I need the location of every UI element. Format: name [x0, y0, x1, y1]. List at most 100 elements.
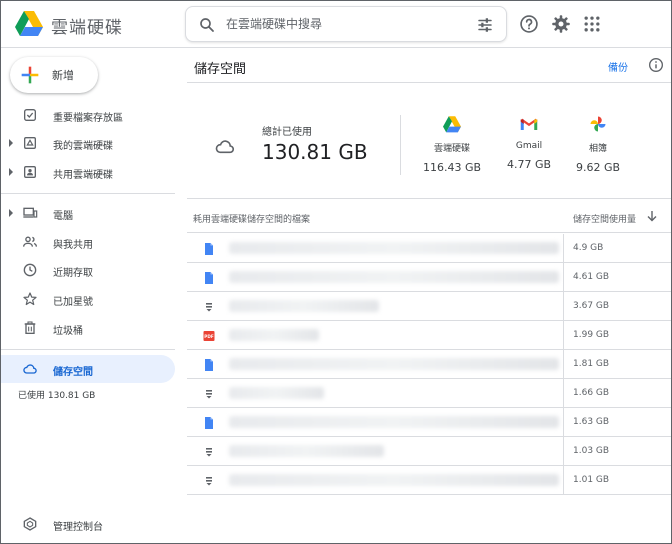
gmail-logo-icon: [520, 118, 538, 130]
sidebar: 新增 重要檔案存放區 我的雲端硬碟 共用雲端硬碟 電腦 與我共用 近期存取 已加…: [1, 48, 187, 543]
sidebar-item-label: 電腦: [53, 211, 73, 222]
column-divider: [563, 437, 564, 465]
drive-logo-icon[interactable]: [15, 10, 43, 36]
main-content: 儲存空間 備份 總計已使用 130.81 GB 雲端硬碟 116.43 GB G…: [187, 48, 671, 543]
service-gmail: Gmail 4.77 GB: [494, 115, 564, 171]
file-size: 1.66 GB: [573, 388, 610, 398]
shared-drives-icon: [24, 166, 36, 178]
service-photos: 相簿 9.62 GB: [563, 115, 633, 174]
file-name-redacted: [229, 329, 319, 341]
search-options-icon[interactable]: [476, 16, 494, 34]
shared-with-me-icon: [23, 236, 37, 247]
sidebar-item-label: 共用雲端硬碟: [53, 170, 113, 181]
service-name: 相簿: [588, 144, 607, 154]
sidebar-item-starred[interactable]: 已加星號: [1, 285, 175, 313]
info-icon[interactable]: [648, 57, 664, 73]
column-divider: [563, 408, 564, 436]
pdf-file-icon: PDF: [203, 331, 215, 341]
file-size: 1.63 GB: [573, 417, 610, 427]
file-name-redacted: [229, 387, 324, 399]
table-row[interactable]: 1.01 GB: [187, 466, 671, 495]
expand-caret-icon[interactable]: [9, 168, 13, 176]
column-divider: [563, 379, 564, 407]
computers-icon: [23, 207, 38, 218]
service-drive: 雲端硬碟 116.43 GB: [417, 115, 487, 174]
column-divider: [563, 234, 564, 262]
sidebar-divider: [1, 349, 175, 350]
page-title: 儲存空間: [194, 62, 247, 77]
table-row[interactable]: 4.9 GB: [187, 234, 671, 263]
column-header-name: 耗用雲端硬碟儲存空間的檔案: [193, 215, 311, 225]
service-value: 116.43 GB: [422, 161, 482, 174]
priority-icon: [24, 109, 36, 121]
storage-usage-text: 已使用 130.81 GB: [18, 391, 96, 401]
sidebar-item-admin-console[interactable]: 管理控制台: [1, 510, 175, 538]
column-divider: [563, 466, 564, 494]
table-row[interactable]: 3.67 GB: [187, 292, 671, 321]
table-row[interactable]: 1.81 GB: [187, 350, 671, 379]
app-title[interactable]: 雲端硬碟: [51, 13, 123, 38]
table-row[interactable]: 4.61 GB: [187, 263, 671, 292]
file-size: 1.99 GB: [573, 330, 610, 340]
star-icon: [23, 292, 37, 306]
total-used-label: 總計已使用: [262, 127, 312, 138]
apps-grid-icon[interactable]: [582, 14, 602, 34]
file-size: 1.01 GB: [573, 475, 610, 485]
sidebar-item-shared-drives[interactable]: 共用雲端硬碟: [1, 158, 175, 186]
photos-logo-icon: [590, 116, 606, 132]
settings-gear-icon[interactable]: [551, 14, 571, 34]
file-name-redacted: [229, 242, 559, 254]
service-value: 4.77 GB: [506, 158, 552, 171]
sidebar-divider: [1, 193, 175, 194]
table-row[interactable]: 1.03 GB: [187, 437, 671, 466]
column-divider: [563, 350, 564, 378]
cloud-icon: [215, 140, 234, 154]
sidebar-item-label: 已加星號: [53, 297, 93, 308]
table-row[interactable]: 1.66 GB: [187, 379, 671, 408]
doc-file-icon: [205, 417, 213, 429]
file-list-header: 耗用雲端硬碟儲存空間的檔案 儲存空間使用量: [187, 199, 671, 233]
storage-summary: 總計已使用 130.81 GB 雲端硬碟 116.43 GB Gmail 4.7…: [187, 83, 671, 198]
column-header-size[interactable]: 儲存空間使用量: [573, 212, 636, 225]
help-icon[interactable]: [519, 14, 539, 34]
file-size: 4.9 GB: [573, 243, 604, 253]
my-drive-icon: [24, 137, 36, 149]
file-name-redacted: [229, 474, 559, 486]
file-name-redacted: [229, 445, 384, 457]
table-row[interactable]: PDF 1.99 GB: [187, 321, 671, 350]
new-button[interactable]: 新增: [10, 57, 98, 93]
file-name-redacted: [229, 271, 559, 283]
expand-caret-icon[interactable]: [9, 209, 13, 217]
sidebar-item-label: 垃圾桶: [53, 326, 83, 337]
file-size: 1.81 GB: [573, 359, 610, 369]
service-value: 9.62 GB: [575, 161, 621, 174]
app-window: 雲端硬碟 在雲端硬碟中搜尋 新增 重要檔案存放區 我的雲端硬碟 共用雲端硬碟 電…: [0, 0, 672, 544]
new-button-label: 新增: [52, 69, 74, 82]
sidebar-item-computers[interactable]: 電腦: [1, 199, 175, 227]
backup-link[interactable]: 備份: [608, 59, 628, 74]
column-divider: [563, 292, 564, 320]
sidebar-item-label: 重要檔案存放區: [53, 113, 123, 124]
search-icon[interactable]: [198, 16, 216, 34]
sidebar-item-priority[interactable]: 重要檔案存放區: [1, 101, 175, 129]
sidebar-item-trash[interactable]: 垃圾桶: [1, 314, 175, 342]
recent-clock-icon: [23, 263, 37, 277]
cloud-icon: [23, 364, 37, 374]
sidebar-item-storage[interactable]: 儲存空間: [1, 355, 175, 383]
sort-arrow-down-icon[interactable]: [646, 210, 658, 222]
column-divider: [563, 321, 564, 349]
sidebar-item-label: 儲存空間: [53, 367, 93, 378]
expand-caret-icon[interactable]: [9, 139, 13, 147]
plus-icon: [21, 66, 39, 84]
sidebar-item-shared-with-me[interactable]: 與我共用: [1, 228, 175, 256]
column-divider: [563, 263, 564, 291]
sidebar-item-my-drive[interactable]: 我的雲端硬碟: [1, 129, 175, 157]
video-file-icon: [206, 390, 212, 399]
sidebar-item-recent[interactable]: 近期存取: [1, 256, 175, 284]
file-size: 3.67 GB: [573, 301, 610, 311]
search-input[interactable]: [226, 7, 456, 41]
summary-divider: [400, 115, 401, 175]
service-name: 雲端硬碟: [433, 144, 470, 154]
table-row[interactable]: 1.63 GB: [187, 408, 671, 437]
top-bar: 雲端硬碟: [1, 1, 671, 48]
